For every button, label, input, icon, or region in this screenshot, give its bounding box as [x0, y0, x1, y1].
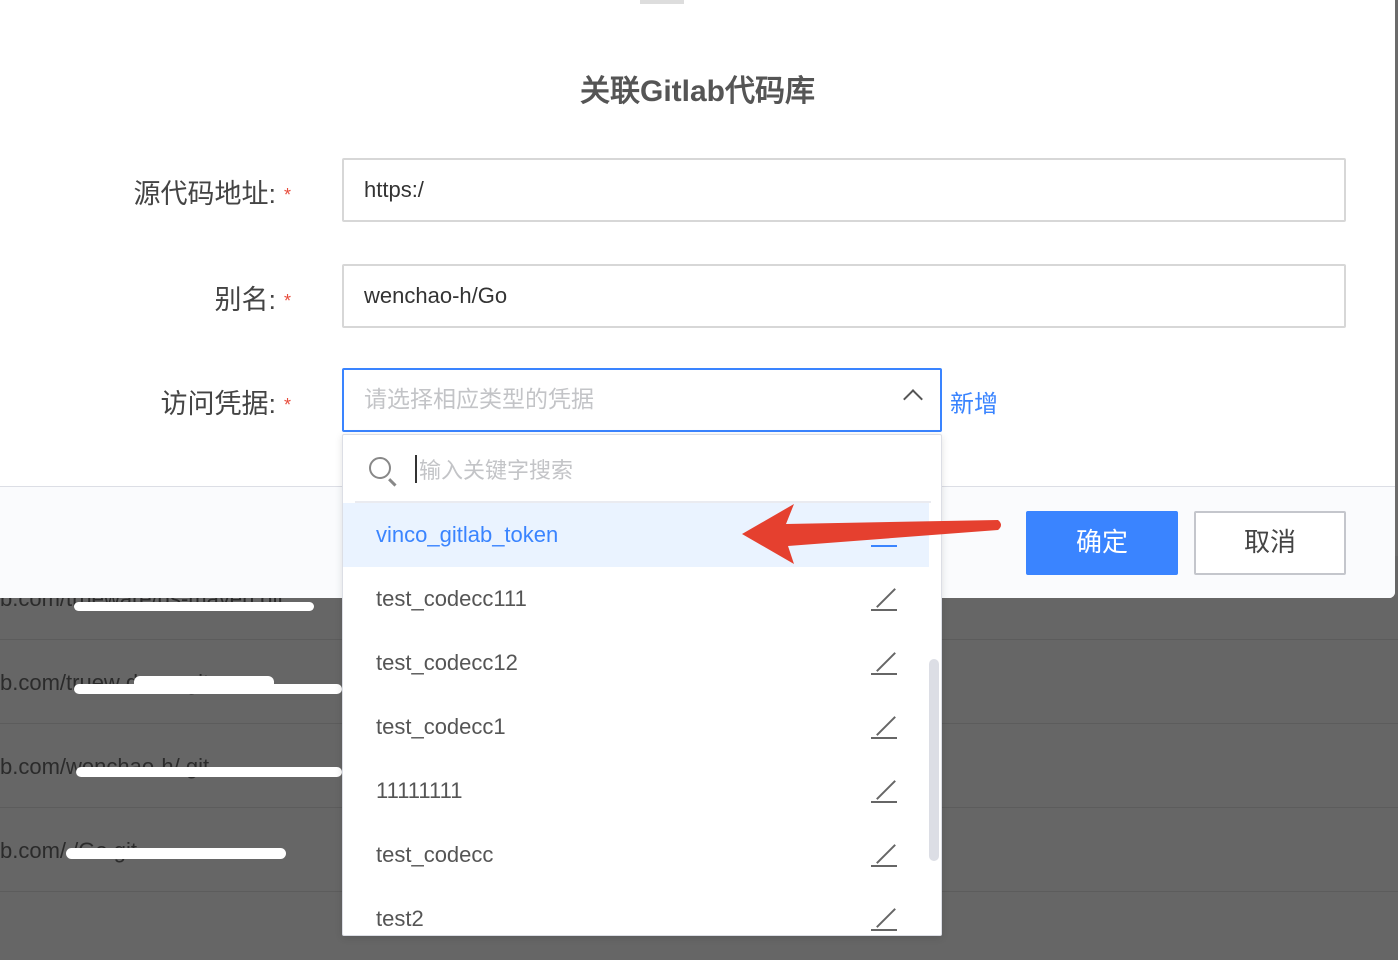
- required-mark: *: [283, 185, 291, 206]
- credential-option-label: test_codecc: [376, 842, 494, 867]
- add-credential-link[interactable]: 新增: [950, 384, 998, 419]
- alias-input[interactable]: wenchao-h/Go: [342, 264, 1346, 328]
- source-url-label-text: 源代码地址:: [133, 179, 276, 209]
- edit-icon[interactable]: [871, 843, 897, 867]
- dropdown-search[interactable]: 输入关键字搜索: [355, 435, 931, 503]
- alias-value: wenchao-h/Go: [364, 283, 508, 308]
- credential-option-label: test_codecc1: [376, 714, 506, 739]
- credential-option-label: test_codecc12: [376, 650, 518, 675]
- edit-icon[interactable]: [871, 651, 897, 675]
- redaction-mark: [76, 767, 342, 777]
- credential-option[interactable]: test2: [343, 887, 929, 935]
- annotation-arrow: [742, 504, 1001, 564]
- credential-option[interactable]: test_codecc111: [343, 567, 929, 631]
- search-icon: [369, 457, 391, 479]
- credential-option[interactable]: test_codecc: [343, 823, 929, 887]
- credential-option[interactable]: test_codecc12: [343, 631, 929, 695]
- required-mark: *: [283, 395, 291, 416]
- credential-option-label: 11111111: [376, 778, 463, 803]
- credential-option[interactable]: 11111111: [343, 759, 929, 823]
- redaction-mark: [74, 684, 342, 694]
- alias-label: 别名: *: [214, 278, 291, 317]
- edit-icon[interactable]: [871, 907, 897, 931]
- dropdown-scrollbar[interactable]: [929, 659, 939, 861]
- source-url-input[interactable]: https:/: [342, 158, 1346, 222]
- text-cursor: [415, 455, 417, 483]
- credential-placeholder: 请选择相应类型的凭据: [364, 387, 594, 413]
- dropdown-search-input[interactable]: 输入关键字搜索: [419, 453, 573, 485]
- edit-icon[interactable]: [871, 779, 897, 803]
- credential-option[interactable]: test_codecc1: [343, 695, 929, 759]
- edit-icon[interactable]: [871, 587, 897, 611]
- confirm-button[interactable]: 确定: [1026, 511, 1178, 575]
- credential-label: 访问凭据: *: [160, 382, 291, 421]
- source-url-value: https:/: [364, 177, 424, 202]
- credential-option-label: test_codecc111: [376, 586, 527, 611]
- edit-icon[interactable]: [871, 715, 897, 739]
- redaction-mark: [74, 602, 314, 611]
- credential-select[interactable]: 请选择相应类型的凭据: [342, 368, 942, 432]
- credential-label-text: 访问凭据:: [160, 389, 276, 419]
- credential-option-label: vinco_gitlab_token: [376, 522, 559, 547]
- cancel-button[interactable]: 取消: [1194, 511, 1346, 575]
- alias-label-text: 别名:: [214, 285, 276, 315]
- chevron-up-icon: [903, 389, 923, 409]
- dialog-title: 关联Gitlab代码库: [579, 75, 815, 108]
- source-url-label: 源代码地址: *: [133, 172, 291, 211]
- dialog-top-mark: [640, 0, 684, 4]
- required-mark: *: [283, 291, 291, 312]
- credential-option-label: test2: [376, 906, 424, 931]
- redaction-mark: [66, 848, 286, 859]
